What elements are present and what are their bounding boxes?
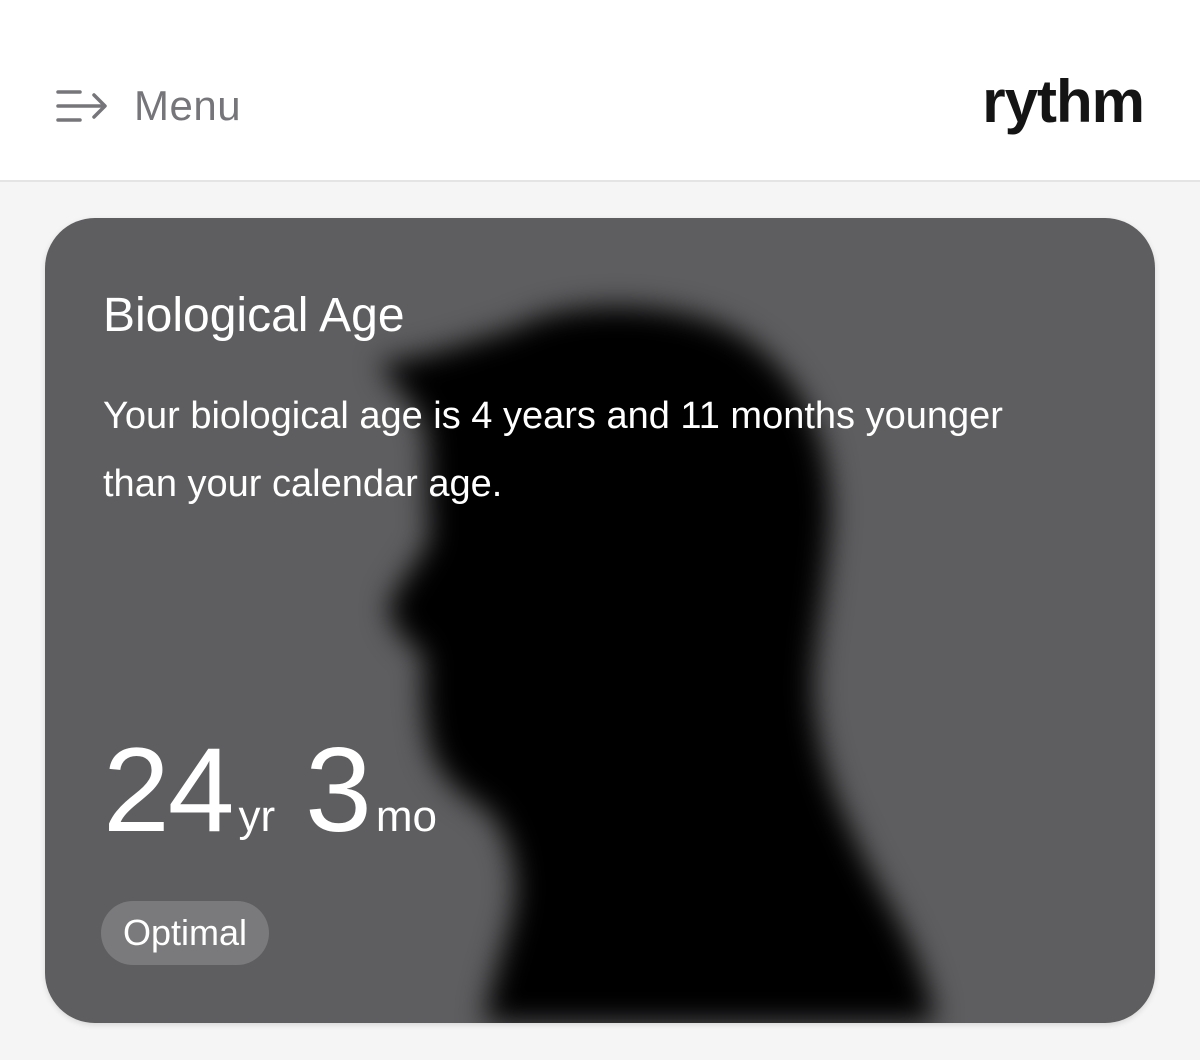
biological-age-card[interactable]: Biological Age Your biological age is 4 …: [45, 218, 1155, 1023]
menu-arrow-icon: [56, 90, 107, 122]
age-months-unit: mo: [375, 792, 438, 841]
brand-logo[interactable]: rythm: [982, 66, 1145, 138]
age-years-unit: yr: [238, 792, 276, 841]
card-description: Your biological age is 4 years and 11 mo…: [103, 395, 1003, 505]
status-badge: Optimal: [101, 901, 270, 965]
age-years-value: 24: [103, 723, 234, 857]
menu-button[interactable]: Menu: [54, 78, 241, 134]
age-readout: 24 yr 3 mo: [103, 730, 437, 887]
menu-label: Menu: [134, 82, 242, 129]
age-months-value: 3: [305, 723, 372, 857]
app-header: Menu rythm: [0, 0, 1200, 182]
card-title: Biological Age: [103, 289, 405, 342]
